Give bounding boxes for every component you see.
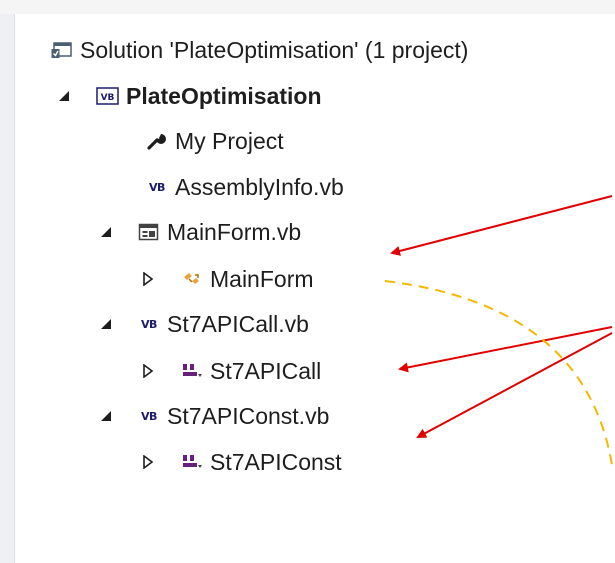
- tree-item-st7apiconst-module[interactable]: St7APIConst: [140, 445, 342, 479]
- collapse-icon[interactable]: [56, 88, 72, 104]
- tree-item-label: St7APICall.vb: [167, 310, 309, 337]
- module-icon: [180, 451, 204, 473]
- tree-item-mainform-class[interactable]: MainForm: [140, 262, 314, 296]
- svg-text:VB: VB: [101, 93, 115, 103]
- tree-item-mainform-vb[interactable]: MainForm.vb: [98, 215, 301, 249]
- collapse-icon[interactable]: [98, 316, 114, 332]
- tree-item-my-project[interactable]: My Project: [145, 124, 284, 158]
- tree-item-label: AssemblyInfo.vb: [175, 173, 344, 200]
- solution-icon: [50, 39, 74, 61]
- project-node[interactable]: VB PlateOptimisation: [56, 79, 322, 113]
- collapse-icon[interactable]: [98, 408, 114, 424]
- tree-item-label: St7APICall: [210, 357, 322, 384]
- module-icon: [180, 360, 204, 382]
- tree-item-label: MainForm.vb: [167, 218, 302, 245]
- expand-icon[interactable]: [140, 363, 156, 379]
- tree-item-assemblyinfo[interactable]: VB AssemblyInfo.vb: [145, 170, 344, 204]
- tree-item-label: St7APIConst.vb: [167, 402, 330, 429]
- vb-file-icon: VB: [141, 409, 157, 423]
- vb-file-icon: VB: [141, 317, 157, 331]
- project-label: PlateOptimisation: [126, 82, 322, 109]
- tree-item-st7apicall-vb[interactable]: VB St7APICall.vb: [98, 307, 309, 341]
- tree-item-label: My Project: [175, 127, 284, 154]
- tree-item-st7apiconst-vb[interactable]: VB St7APIConst.vb: [98, 399, 329, 433]
- solution-node[interactable]: Solution 'PlateOptimisation' (1 project): [50, 33, 468, 67]
- tree-item-label: St7APIConst: [210, 448, 342, 475]
- solution-label: Solution 'PlateOptimisation' (1 project): [80, 36, 469, 63]
- tree-item-st7apicall-module[interactable]: St7APICall: [140, 354, 321, 388]
- expand-icon[interactable]: [140, 454, 156, 470]
- solution-explorer-tree: Solution 'PlateOptimisation' (1 project)…: [0, 0, 615, 563]
- tree-item-label: MainForm: [210, 265, 314, 292]
- vb-project-icon: VB: [96, 85, 120, 107]
- form-file-icon: [137, 221, 161, 243]
- wrench-icon: [145, 130, 169, 152]
- form-class-icon: [180, 268, 204, 290]
- vb-file-icon: VB: [149, 180, 165, 194]
- expand-icon[interactable]: [140, 271, 156, 287]
- collapse-icon[interactable]: [98, 224, 114, 240]
